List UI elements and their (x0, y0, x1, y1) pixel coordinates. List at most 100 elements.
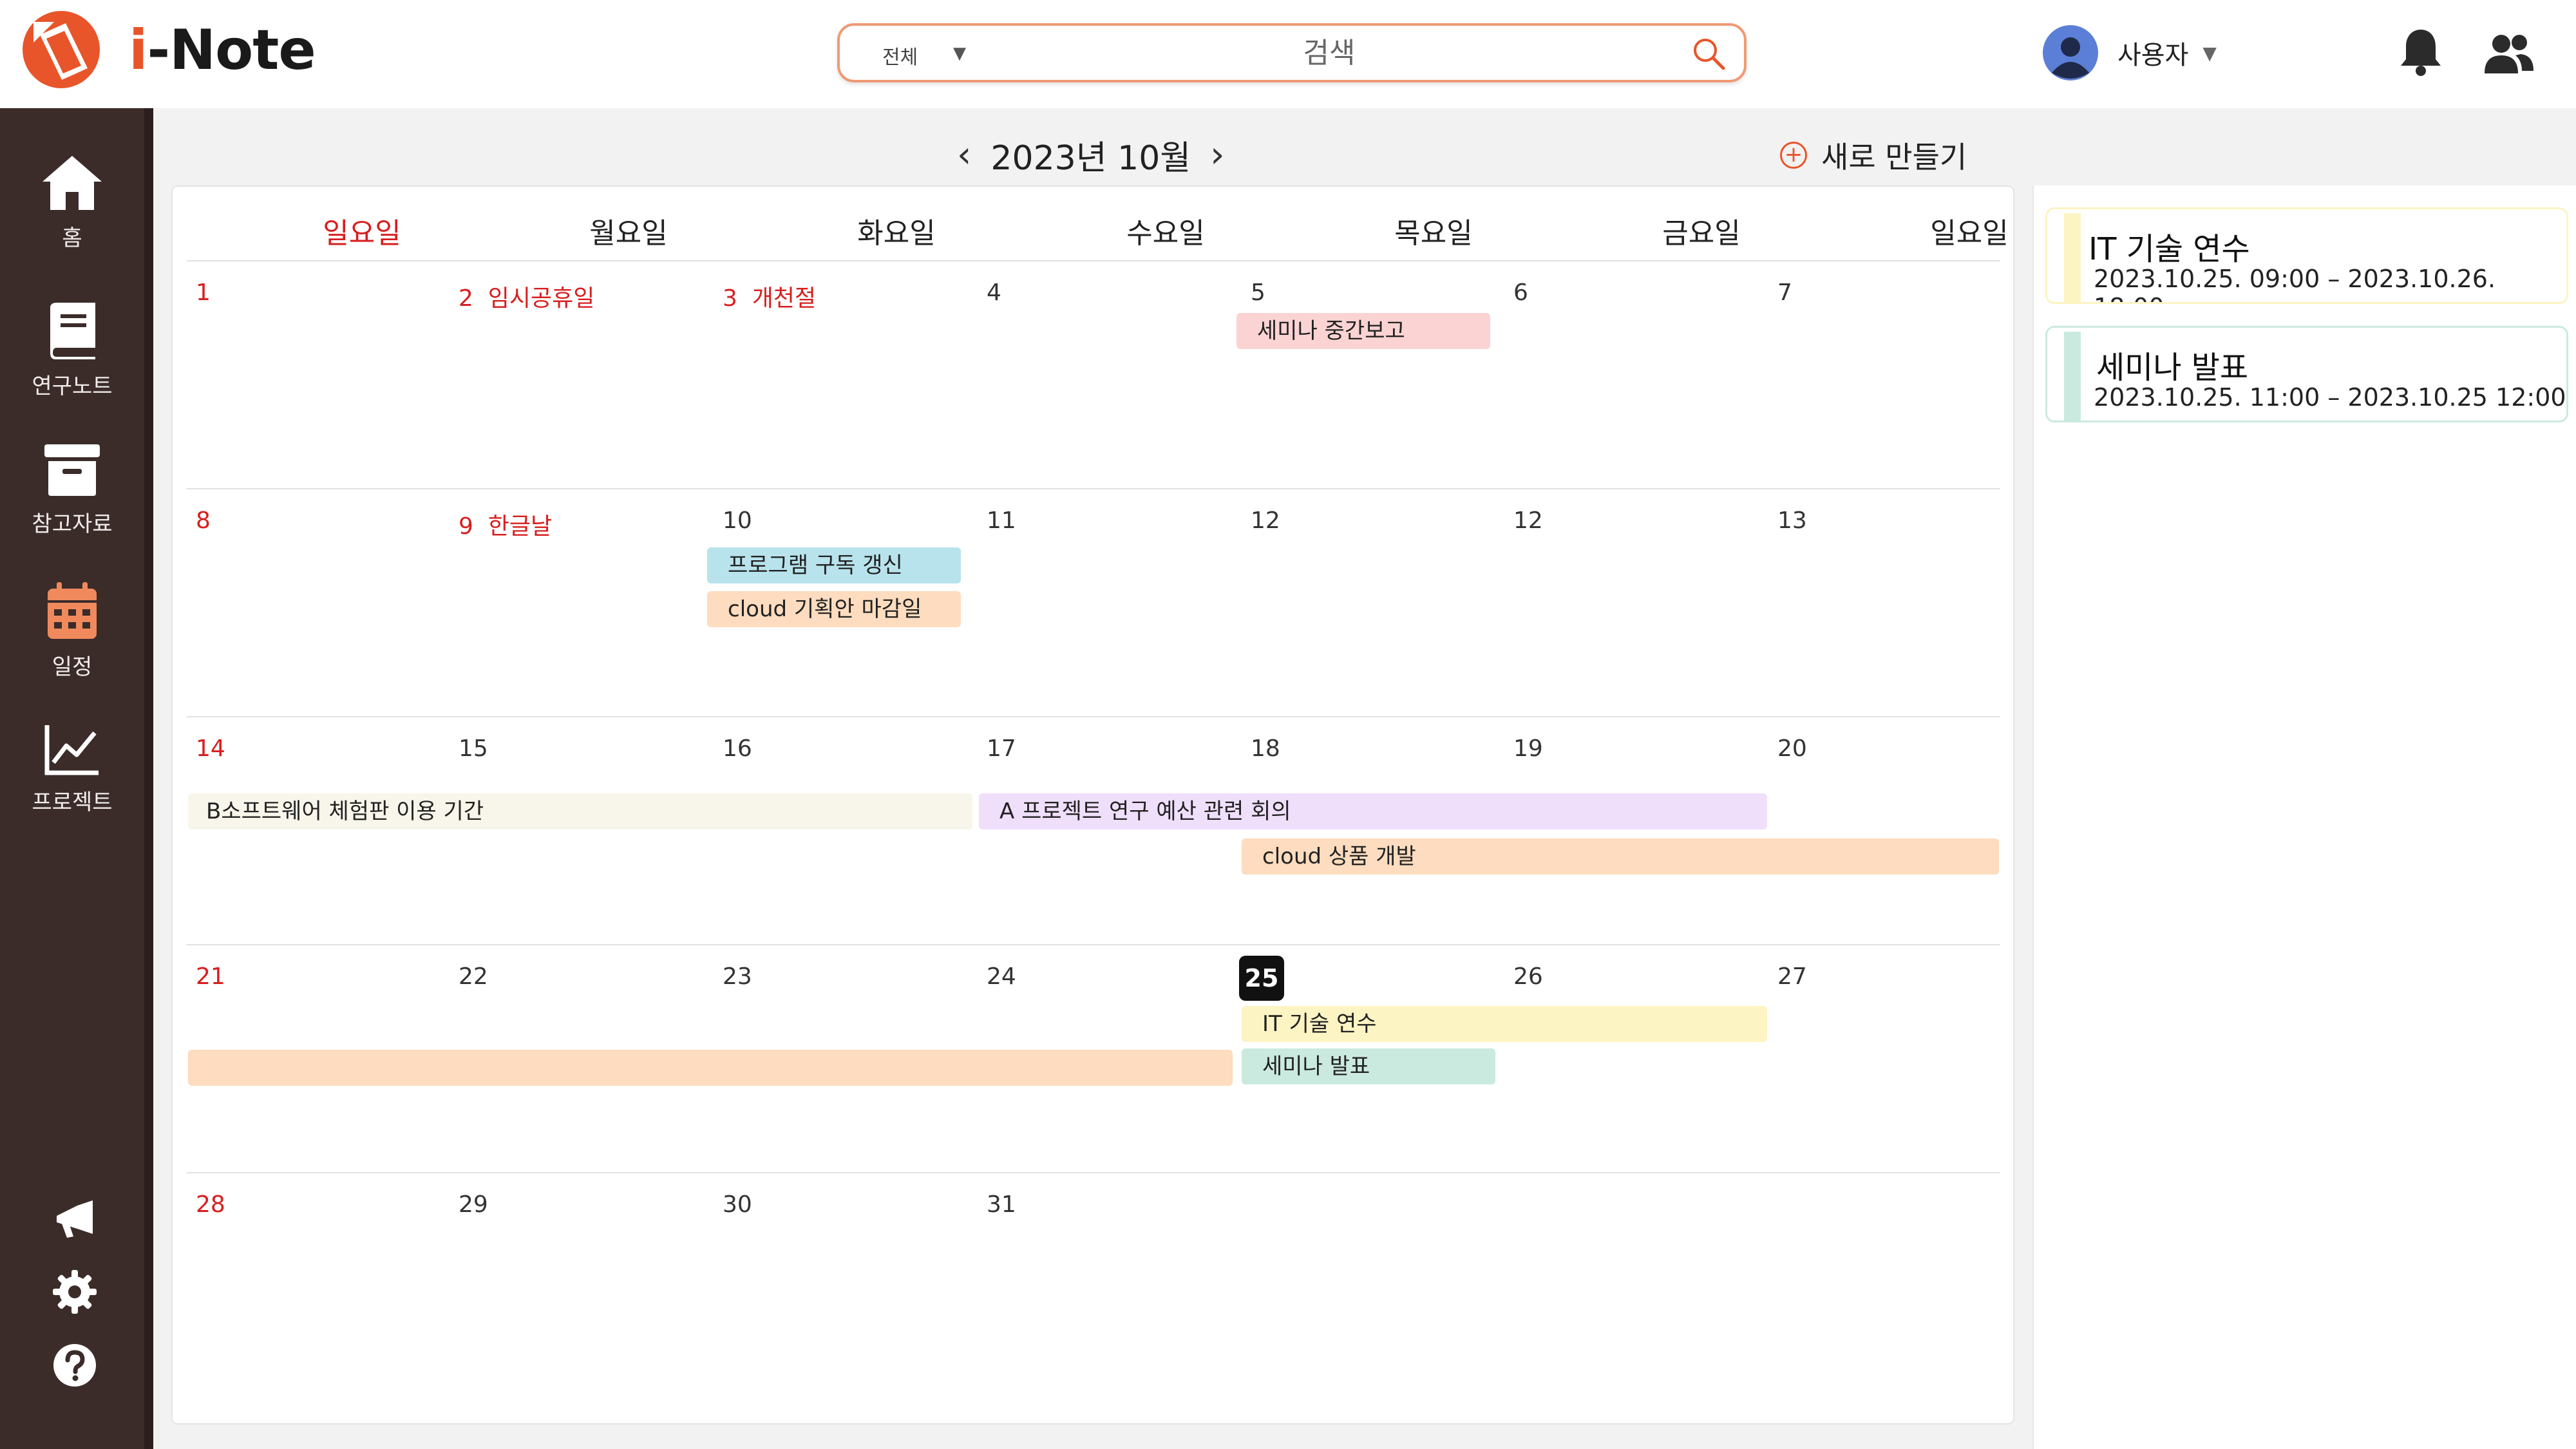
book-icon (50, 303, 95, 359)
event-card-color-bar (2064, 332, 2081, 421)
event-bar[interactable]: B소프트웨어 체험판 이용 기간 (188, 793, 972, 829)
day-cell-number[interactable]: 9 한글날 (459, 507, 552, 541)
day-number: 9 (459, 513, 473, 540)
week-divider (187, 944, 2000, 945)
help-icon[interactable] (52, 1342, 98, 1388)
avatar-icon (2043, 25, 2098, 80)
day-cell-number[interactable]: 7 (1777, 279, 1792, 306)
event-bar[interactable]: 세미나 발표 (1242, 1048, 1495, 1084)
chevron-down-icon[interactable]: ▼ (2202, 43, 2217, 64)
search-scope-select[interactable]: 전체 (882, 41, 918, 70)
bell-icon[interactable] (2397, 26, 2445, 77)
day-cell-number[interactable]: 22 (459, 963, 488, 990)
day-cell-number[interactable]: 4 (987, 279, 1001, 306)
create-new-button[interactable]: + 새로 만들기 (1780, 134, 1967, 176)
day-cell-number[interactable]: 12 (1251, 507, 1280, 534)
sidebar: 홈 연구노트 참고자료 일정 프로젝트 (0, 108, 153, 1449)
weekday-header: 일요일 (323, 217, 401, 250)
day-cell-number[interactable]: 31 (987, 1191, 1016, 1218)
day-cell-number[interactable]: 17 (987, 735, 1016, 762)
sidebar-item-home[interactable]: 홈 (0, 153, 144, 252)
day-cell-number[interactable]: 13 (1777, 507, 1807, 534)
sidebar-item-project[interactable]: 프로젝트 (0, 724, 144, 816)
top-bar: i-Note 전체 ▼ 사용자 ▼ (0, 0, 2576, 108)
event-card[interactable]: IT 기술 연수 2023.10.25. 09:00 – 2023.10.26.… (2045, 207, 2568, 304)
chevron-left-icon[interactable]: ‹ (947, 134, 981, 176)
day-cell-number[interactable]: 10 (723, 507, 752, 534)
day-cell-number[interactable]: 20 (1777, 735, 1807, 762)
sidebar-item-schedule[interactable]: 일정 (0, 582, 144, 681)
day-number: 3 (723, 285, 737, 312)
user-name: 사용자 (2117, 41, 2189, 70)
chevron-right-icon[interactable]: › (1200, 134, 1235, 176)
day-cell-number[interactable]: 27 (1777, 963, 1807, 990)
day-cell-number[interactable]: 5 (1251, 279, 1265, 306)
megaphone-icon[interactable] (52, 1197, 98, 1243)
holiday-label: 임시공휴일 (488, 285, 595, 312)
sidebar-item-label: 프로젝트 (32, 790, 113, 815)
day-cell-number[interactable]: 29 (459, 1191, 488, 1218)
day-cell-number[interactable]: 19 (1513, 735, 1543, 762)
event-card-title: 세미나 발표 (2096, 350, 2249, 386)
day-cell-number[interactable]: 11 (987, 507, 1016, 534)
gear-icon[interactable] (52, 1269, 98, 1315)
event-bar-continuation[interactable] (188, 1050, 1233, 1086)
event-bar[interactable]: A 프로젝트 연구 예산 관련 회의 (979, 793, 1767, 829)
day-cell-number[interactable]: 23 (723, 963, 752, 990)
event-bar[interactable]: cloud 기획안 마감일 (707, 591, 961, 627)
sidebar-item-references[interactable]: 참고자료 (0, 443, 144, 538)
month-title: 2023년 10월 (990, 138, 1191, 178)
day-cell-number[interactable]: 16 (723, 735, 752, 762)
user-menu[interactable]: 사용자 ▼ (2043, 23, 2217, 82)
weekday-header: 금요일 (1662, 217, 1741, 250)
day-number: 2 (459, 285, 473, 312)
event-card-time: 2023.10.25. 09:00 – 2023.10.26. 18:00 (2094, 265, 2496, 302)
day-cell-number[interactable]: 1 (196, 279, 211, 306)
day-cell-number[interactable]: 14 (196, 735, 225, 762)
week-divider (187, 1172, 2000, 1173)
search-input[interactable] (1007, 32, 1651, 73)
day-cell-number[interactable]: 8 (196, 507, 211, 534)
calendar-icon (48, 582, 97, 639)
event-bar[interactable]: IT 기술 연수 (1242, 1006, 1767, 1042)
archive-icon (44, 444, 100, 496)
day-cell-number[interactable]: 30 (723, 1191, 752, 1218)
today-day-number[interactable]: 25 (1239, 956, 1284, 1001)
event-card-color-bar (2064, 213, 2081, 302)
week-divider (187, 716, 2000, 717)
day-cell-number[interactable]: 21 (196, 963, 225, 990)
event-bar[interactable]: 프로그램 구독 갱신 (707, 547, 961, 583)
sidebar-item-label: 일정 (52, 654, 93, 680)
day-cell-number[interactable]: 6 (1513, 279, 1528, 306)
app-logo-text: i-Note (129, 18, 316, 82)
day-cell-number[interactable]: 18 (1251, 735, 1280, 762)
event-bar[interactable]: 세미나 중간보고 (1236, 313, 1490, 349)
app-logo-icon[interactable] (21, 9, 102, 90)
event-card-time: 2023.10.25. 11:00 – 2023.10.25 12:00 (2094, 383, 2566, 412)
weekday-header: 화요일 (857, 217, 936, 250)
month-navigator: ‹ 2023년 10월 › (947, 129, 1235, 180)
search-bar: 전체 ▼ (837, 23, 1747, 82)
search-icon[interactable] (1691, 36, 1726, 71)
sidebar-item-label: 홈 (62, 225, 82, 251)
day-cell-number[interactable]: 15 (459, 735, 488, 762)
day-cell-number[interactable]: 2 임시공휴일 (459, 279, 594, 313)
day-cell-number[interactable]: 28 (196, 1191, 225, 1218)
day-cell-number[interactable]: 3 개천절 (723, 279, 816, 313)
sidebar-item-research-notes[interactable]: 연구노트 (0, 301, 144, 400)
weekday-header: 수요일 (1126, 217, 1205, 250)
home-icon (43, 156, 102, 210)
event-card[interactable]: 세미나 발표 2023.10.25. 11:00 – 2023.10.25 12… (2045, 326, 2568, 422)
day-cell-number[interactable]: 12 (1513, 507, 1543, 534)
people-icon[interactable] (2483, 32, 2535, 75)
logo-text-accent: i (129, 18, 148, 82)
day-cell-number[interactable]: 26 (1513, 963, 1543, 990)
logo-text-main: -Note (147, 18, 316, 82)
event-bar[interactable]: cloud 상품 개발 (1242, 838, 1999, 875)
sidebar-item-label: 참고자료 (32, 511, 113, 537)
upcoming-events-panel: IT 기술 연수 2023.10.25. 09:00 – 2023.10.26.… (2032, 185, 2576, 1449)
holiday-label: 개천절 (752, 285, 817, 312)
day-cell-number[interactable]: 24 (987, 963, 1016, 990)
week-divider (187, 260, 2000, 261)
chevron-down-icon[interactable]: ▼ (953, 44, 966, 63)
